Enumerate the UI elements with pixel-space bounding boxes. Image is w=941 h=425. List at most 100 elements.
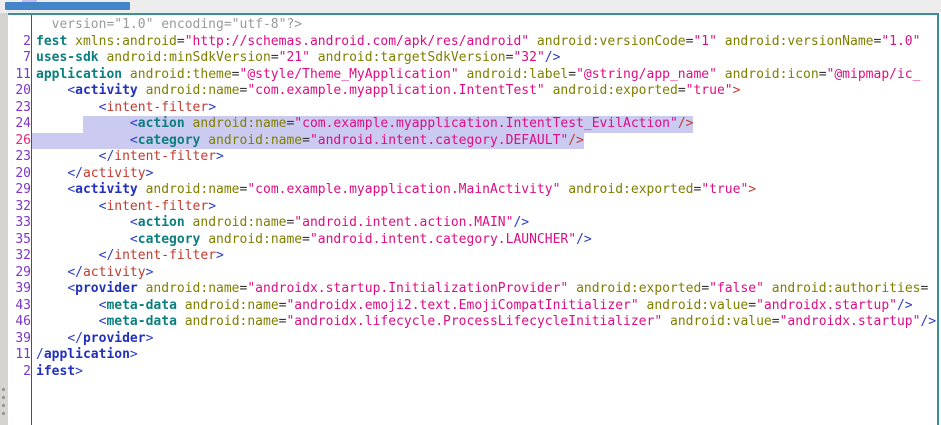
code-token: android:name	[185, 314, 279, 329]
code-line[interactable]: </intent-filter>	[36, 149, 937, 166]
code-token: =	[819, 67, 827, 82]
code-token	[36, 182, 67, 197]
code-line[interactable]: <meta-data android:name="androidx.lifecy…	[36, 314, 937, 331]
code-line[interactable]: <category android:name="android.intent.c…	[36, 232, 937, 249]
code-token: />	[897, 298, 913, 313]
code-token: <	[67, 83, 75, 98]
code-token: android:theme	[130, 67, 232, 82]
code-token: android:icon	[725, 67, 819, 82]
code-line[interactable]: <activity android:name="com.example.myap…	[36, 182, 937, 199]
code-token: android:value	[647, 298, 749, 313]
code-token	[662, 314, 670, 329]
code-token: android:minSdkVersion	[106, 50, 270, 65]
code-token: meta-data	[106, 314, 176, 329]
horizontal-scrollbar[interactable]	[0, 0, 941, 13]
code-token: intent-filter	[106, 199, 208, 214]
code-line[interactable]: </activity>	[36, 265, 937, 282]
code-token: =	[772, 314, 780, 329]
code-token	[36, 215, 130, 230]
code-token: >	[146, 166, 154, 181]
code-line[interactable]: </provider>	[36, 331, 937, 348]
code-token: =	[568, 67, 576, 82]
code-token: =	[701, 281, 709, 296]
code-token: </	[67, 331, 83, 346]
line-number: 23	[8, 149, 31, 166]
line-number: 26	[8, 133, 31, 150]
code-token: version="1.0" encoding="utf-8"?>	[36, 17, 302, 32]
code-token	[122, 67, 130, 82]
code-token: android:label	[466, 67, 568, 82]
code-token: "androidx.startup.InitializationProvider…	[247, 281, 568, 296]
code-token: android:value	[670, 314, 772, 329]
code-token: </	[99, 248, 115, 263]
code-token: android:name	[185, 298, 279, 313]
code-token: intent-filter	[114, 248, 216, 263]
code-line[interactable]: uses-sdk android:minSdkVersion="21" andr…	[36, 50, 937, 67]
code-token: application	[36, 67, 122, 82]
code-line[interactable]: application android:theme="@style/Theme_…	[36, 67, 937, 84]
line-number: 33	[8, 215, 31, 232]
code-token: "1"	[693, 34, 716, 49]
splitter-grip[interactable]	[2, 388, 5, 422]
code-token: activity	[83, 166, 146, 181]
code-token: >	[130, 347, 138, 362]
code-line[interactable]: ifest>	[36, 364, 937, 381]
code-token	[36, 298, 99, 313]
code-line[interactable]: <action android:name="android.intent.act…	[36, 215, 937, 232]
code-token: xmlns:android	[75, 34, 177, 49]
code-token: <	[130, 133, 138, 148]
left-splitter[interactable]	[0, 13, 8, 425]
xml-editor[interactable]: 271120232426232029323335322939434639112 …	[8, 13, 939, 425]
code-token: intent-filter	[106, 100, 208, 115]
code-token: />	[568, 133, 584, 148]
code-token: android:exported	[576, 281, 701, 296]
code-token: </	[67, 265, 83, 280]
code-line[interactable]: <intent-filter>	[36, 199, 937, 216]
code-token: "android.intent.category.DEFAULT"	[310, 133, 568, 148]
code-area[interactable]: version="1.0" encoding="utf-8"?> fest xml…	[32, 15, 937, 425]
code-line[interactable]: <category android:name="android.intent.c…	[36, 133, 937, 150]
code-token	[36, 133, 130, 148]
code-line[interactable]: <activity android:name="com.example.myap…	[36, 83, 937, 100]
code-token: activity	[75, 182, 138, 197]
code-token: "@mipmap/ic_	[827, 67, 921, 82]
code-line[interactable]: /application>	[36, 347, 937, 364]
code-line[interactable]: <action android:name="com.example.myappl…	[36, 116, 937, 133]
code-token	[764, 281, 772, 296]
code-token: />	[920, 314, 936, 329]
code-token: <	[130, 215, 138, 230]
code-token: >	[208, 199, 216, 214]
code-line[interactable]: fest xmlns:android="http://schemas.andro…	[36, 34, 937, 51]
code-token: android:versionCode	[537, 34, 686, 49]
code-line[interactable]: </intent-filter>	[36, 248, 937, 265]
code-token	[36, 248, 99, 263]
code-line[interactable]: <intent-filter>	[36, 100, 937, 117]
code-line[interactable]: <meta-data android:name="androidx.emoji2…	[36, 298, 937, 315]
code-token: >	[748, 182, 756, 197]
code-token	[67, 34, 75, 49]
code-token	[717, 34, 725, 49]
code-line[interactable]: </activity>	[36, 166, 937, 183]
code-token: =	[678, 83, 686, 98]
code-line[interactable]: version="1.0" encoding="utf-8"?>	[36, 17, 937, 34]
code-token	[568, 281, 576, 296]
line-number	[8, 17, 31, 34]
scrollbar-thumb[interactable]	[5, 2, 130, 10]
code-token	[545, 83, 553, 98]
line-number: 20	[8, 166, 31, 183]
code-token: >	[208, 100, 216, 115]
line-number: 2	[8, 34, 31, 51]
code-token	[639, 298, 647, 313]
code-token: >	[216, 248, 224, 263]
code-line[interactable]: <provider android:name="androidx.startup…	[36, 281, 937, 298]
code-token: >	[146, 265, 154, 280]
code-token: android:name	[193, 116, 287, 131]
code-token: >	[146, 331, 154, 346]
line-number: 43	[8, 298, 31, 315]
code-token: android:authorities	[772, 281, 921, 296]
line-number: 23	[8, 100, 31, 117]
code-token: /	[36, 347, 44, 362]
code-token: android:name	[146, 83, 240, 98]
line-number: 29	[8, 182, 31, 199]
code-token: >	[216, 149, 224, 164]
